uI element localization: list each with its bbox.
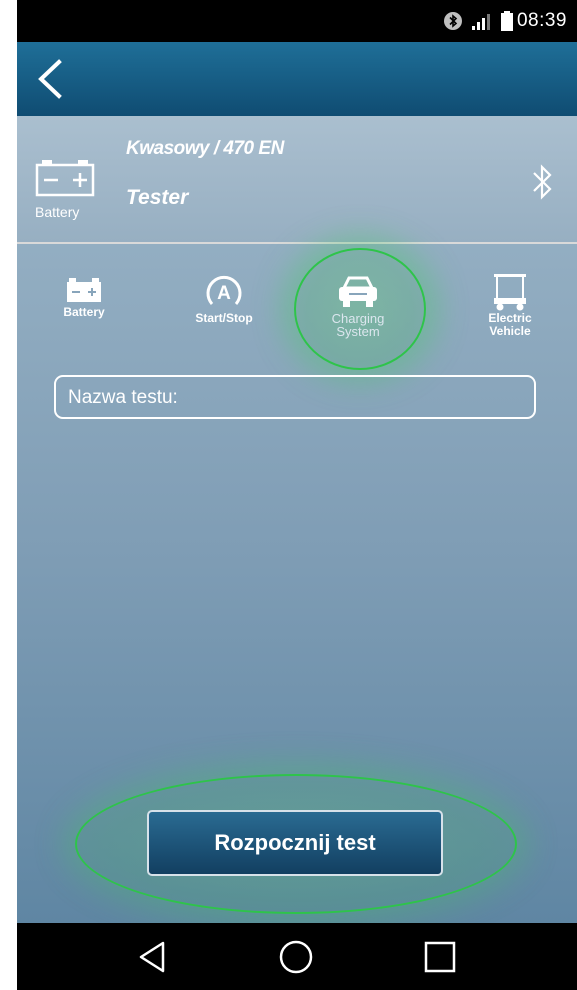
tab-battery-label: Battery (63, 305, 105, 319)
back-button[interactable] (31, 56, 75, 102)
recents-square-icon (424, 941, 456, 973)
start-stop-icon: A (206, 275, 242, 305)
svg-text:A: A (217, 283, 231, 304)
device-name: Tester (126, 186, 189, 209)
phone-screen: 08:39 Battery Kwasowy / 470 EN Tester Ba… (17, 0, 577, 990)
battery-profile: Kwasowy / 470 EN (126, 138, 284, 159)
tab-battery[interactable]: Battery (29, 272, 139, 362)
test-name-field[interactable]: Nazwa testu: (54, 375, 536, 419)
tab-ev-label-2: Vehicle (489, 324, 531, 338)
status-time: 08:39 (516, 10, 567, 31)
app-header (17, 42, 577, 116)
status-bar: 08:39 (17, 0, 577, 42)
car-icon (339, 276, 377, 307)
bluetooth-status-icon (443, 11, 463, 31)
home-circle-icon (279, 940, 313, 974)
battery-label: Battery (35, 204, 80, 220)
tab-charging-label-2: System (336, 324, 380, 339)
battery-icon (67, 278, 101, 302)
battery-status-icon (500, 11, 513, 31)
nav-bar (17, 923, 577, 990)
tab-electric-vehicle[interactable]: Electric Vehicle (455, 272, 565, 362)
device-panel: Battery Kwasowy / 470 EN Tester (17, 116, 577, 242)
signal-icon (471, 11, 493, 31)
back-triangle-icon (139, 941, 165, 973)
chevron-left-icon (38, 59, 62, 99)
nav-home-button[interactable] (274, 935, 318, 979)
nav-back-button[interactable] (131, 935, 175, 979)
nav-recents-button[interactable] (418, 935, 462, 979)
tab-start-stop-label: Start/Stop (195, 311, 253, 325)
tab-start-stop[interactable]: A Start/Stop (169, 272, 279, 362)
golf-cart-icon (494, 274, 526, 311)
bluetooth-icon[interactable] (531, 164, 553, 200)
tab-charging-system[interactable]: Charging System (303, 272, 413, 362)
start-test-button[interactable]: Rozpocznij test (147, 810, 443, 876)
test-name-label: Nazwa testu: (68, 387, 178, 408)
main-area: Battery A Start/Stop Charging System Ele… (17, 244, 577, 923)
